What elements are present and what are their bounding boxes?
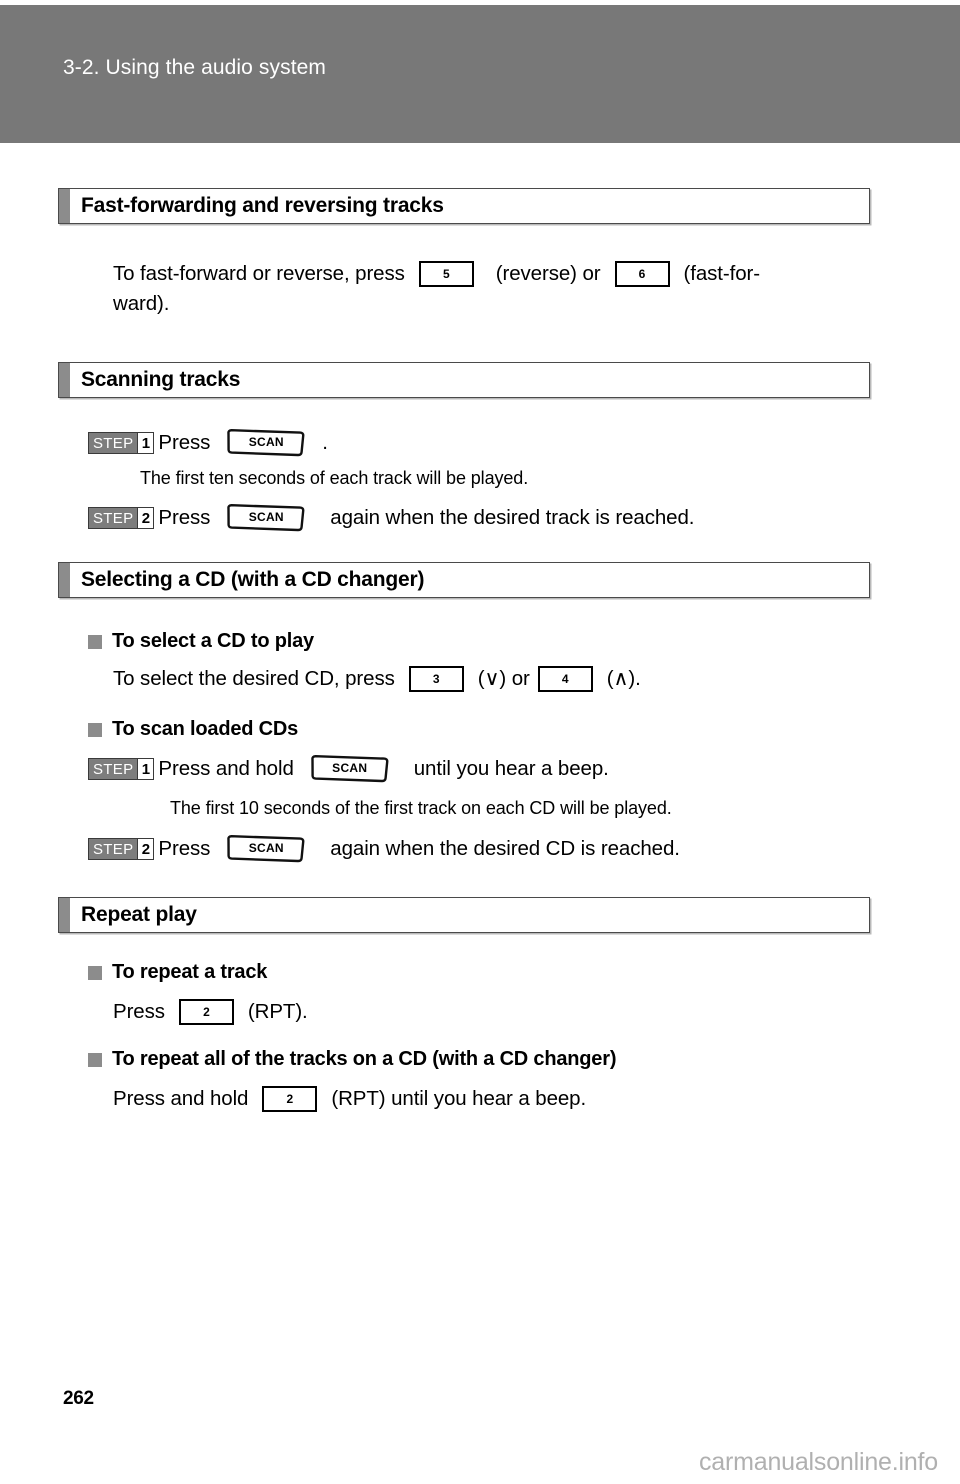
section-header-selecting-cd: Selecting a CD (with a CD changer)	[58, 562, 870, 598]
scan-button-label: SCAN	[248, 510, 284, 524]
step-badge-1: STEP 1	[88, 758, 155, 780]
scan-button-label: SCAN	[248, 435, 284, 449]
fast-forward-tail-text: (fast-for-	[683, 262, 761, 285]
square-bullet-icon	[88, 722, 102, 737]
square-bullet-icon	[88, 965, 102, 980]
step-badge-2: STEP 2	[88, 507, 155, 529]
repeat-all-lead-text: Press and hold	[113, 1087, 249, 1110]
fast-forward-instruction: To fast-forward or reverse, press 5 (rev…	[113, 259, 893, 319]
scanning-step-1-text: Press	[158, 431, 211, 454]
step-number: 1	[137, 759, 154, 779]
scan-button[interactable]: SCAN	[224, 503, 308, 533]
key-button-4[interactable]: 4	[537, 666, 593, 692]
fast-forward-line-2: ward).	[113, 292, 170, 315]
step-number: 2	[137, 508, 154, 528]
section-tab-marker	[59, 898, 70, 932]
scan-button-label: SCAN	[248, 841, 284, 855]
scan-loaded-cds-step-1: STEP 1 Press and hold SCAN until you hea…	[88, 754, 609, 784]
subheading-to-select-a-cd: To select a CD to play	[88, 630, 314, 653]
step-badge-1: STEP 1	[88, 432, 155, 454]
scan-loaded-cds-step-2: STEP 2 Press SCAN again when the desired…	[88, 834, 680, 864]
fast-forward-lead-text: To fast-forward or reverse, press	[113, 262, 405, 285]
scan-loaded-cds-step-2-text: Press	[158, 837, 211, 860]
subheading-to-scan-loaded-cds: To scan loaded CDs	[88, 718, 298, 741]
scanning-step-1-period: .	[322, 431, 328, 454]
key-button-5[interactable]: 5	[418, 261, 474, 287]
key-button-6[interactable]: 6	[614, 261, 670, 287]
section-title: Scanning tracks	[81, 368, 241, 391]
step-number: 1	[137, 433, 154, 453]
repeat-track-tail-text: (RPT).	[247, 1000, 308, 1023]
select-cd-instruction: To select the desired CD, press 3 (∨) or…	[113, 664, 641, 694]
repeat-all-instruction: Press and hold 2 (RPT) until you hear a …	[113, 1084, 586, 1114]
repeat-track-instruction: Press 2 (RPT).	[113, 997, 308, 1027]
subheading-label: To scan loaded CDs	[112, 718, 299, 740]
section-header-fast-forwarding: Fast-forwarding and reversing tracks	[58, 188, 870, 224]
section-title: Repeat play	[81, 903, 197, 926]
section-tab-marker	[59, 189, 70, 223]
scanning-step-2-text: Press	[158, 506, 211, 529]
section-tab-marker	[59, 363, 70, 397]
scanning-step-2-tail: again when the desired track is reached.	[330, 506, 695, 529]
scanning-step-2: STEP 2 Press SCAN again when the desired…	[88, 503, 694, 533]
scanning-step-1-note: The first ten seconds of each track will…	[140, 468, 529, 488]
subheading-label: To select a CD to play	[112, 630, 314, 652]
select-cd-lead-text: To select the desired CD, press	[113, 667, 395, 690]
section-title: Selecting a CD (with a CD changer)	[81, 568, 425, 591]
square-bullet-icon	[88, 1052, 102, 1067]
scan-loaded-cds-step-2-tail: again when the desired CD is reached.	[330, 837, 680, 860]
step-label: STEP	[89, 433, 138, 453]
scan-button-label: SCAN	[332, 761, 368, 775]
section-header-repeat-play: Repeat play	[58, 897, 870, 933]
scan-loaded-cds-step-1-note: The first 10 seconds of the first track …	[170, 798, 672, 818]
subheading-to-repeat-all-tracks: To repeat all of the tracks on a CD (wit…	[88, 1048, 616, 1071]
step-label: STEP	[89, 508, 138, 528]
section-title: Fast-forwarding and reversing tracks	[81, 194, 444, 217]
square-bullet-icon	[88, 634, 102, 649]
step-label: STEP	[89, 839, 138, 859]
subheading-to-repeat-a-track: To repeat a track	[88, 961, 267, 984]
subheading-label: To repeat a track	[112, 961, 268, 983]
key-button-3[interactable]: 3	[408, 666, 464, 692]
page-number: 262	[63, 1388, 94, 1409]
scan-loaded-cds-step-1-text: Press and hold	[158, 757, 294, 780]
key-button-2[interactable]: 2	[262, 1086, 318, 1112]
fast-forward-line-1: To fast-forward or reverse, press 5 (rev…	[113, 259, 893, 289]
section-tab-marker	[59, 563, 70, 597]
step-label: STEP	[89, 759, 138, 779]
key-button-2[interactable]: 2	[178, 999, 234, 1025]
step-number: 2	[137, 839, 154, 859]
select-cd-tail-text: (∧).	[606, 667, 641, 690]
scan-loaded-cds-step-1-tail: until you hear a beep.	[413, 757, 609, 780]
scan-button[interactable]: SCAN	[224, 834, 308, 864]
site-watermark: carmanualsonline.info	[698, 1448, 938, 1476]
repeat-track-lead-text: Press	[113, 1000, 165, 1023]
subheading-label: To repeat all of the tracks on a CD (wit…	[112, 1048, 617, 1070]
section-header-scanning-tracks: Scanning tracks	[58, 362, 870, 398]
step-badge-2: STEP 2	[88, 838, 155, 860]
repeat-all-tail-text: (RPT) until you hear a beep.	[331, 1087, 587, 1110]
scan-button[interactable]: SCAN	[224, 428, 308, 458]
chapter-title: 3-2. Using the audio system	[63, 56, 326, 79]
scanning-step-1: STEP 1 Press SCAN .	[88, 428, 328, 458]
scan-button[interactable]: SCAN	[308, 754, 392, 784]
fast-forward-mid-text: (reverse) or	[495, 262, 601, 285]
select-cd-mid-text: (∨) or	[477, 667, 530, 690]
